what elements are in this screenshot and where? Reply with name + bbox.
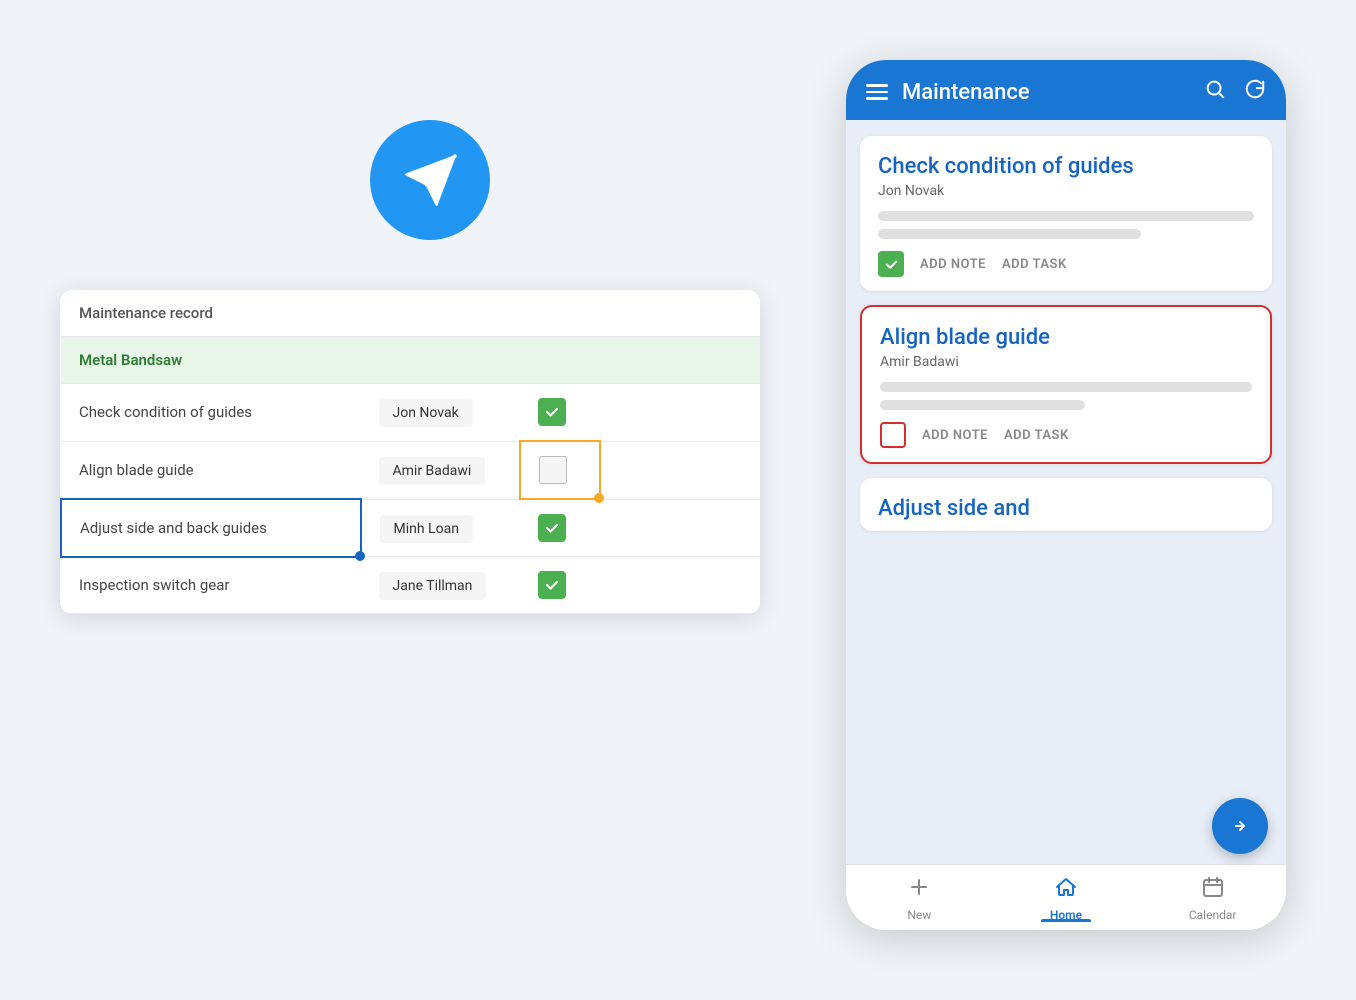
col-check-header <box>520 290 600 337</box>
table-row-selected[interactable]: Adjust side and back guides Minh Loan <box>61 499 760 557</box>
card-checkbox-checked-1[interactable] <box>878 251 904 277</box>
phone-header: Maintenance <box>846 60 1286 120</box>
assignee-cell: Amir Badawi <box>361 441 521 499</box>
card-actions-2: ADD NOTE ADD TASK <box>880 422 1252 448</box>
header-right <box>1204 78 1266 106</box>
assignee-name: Minh Loan <box>380 515 473 543</box>
nav-item-new[interactable]: New <box>879 875 959 922</box>
paper-plane-icon <box>370 120 490 240</box>
assignee-cell: Jane Tillman <box>361 557 521 614</box>
card-checkbox-unchecked-2[interactable] <box>880 422 906 448</box>
section-label: Metal Bandsaw <box>61 337 760 384</box>
nav-item-home[interactable]: Home <box>1026 875 1106 922</box>
phone-content: Check condition of guides Jon Novak ADD … <box>846 120 1286 864</box>
header-left: Maintenance <box>866 80 1030 105</box>
task-label: Check condition of guides <box>61 384 361 442</box>
assignee-name: Jon Novak <box>379 399 473 427</box>
extra-cell <box>600 441 760 499</box>
bottom-nav: New Home Calendar <box>846 864 1286 930</box>
card-assignee-2: Amir Badawi <box>880 354 1252 370</box>
calendar-icon <box>1201 875 1225 905</box>
assignee-name: Jane Tillman <box>379 572 487 600</box>
phone-title: Maintenance <box>902 80 1030 105</box>
table-row[interactable]: Align blade guide Amir Badawi <box>61 441 760 499</box>
task-label-selected: Adjust side and back guides <box>61 499 361 557</box>
table-row[interactable]: Inspection switch gear Jane Tillman <box>61 557 760 614</box>
add-task-button-2[interactable]: ADD TASK <box>1004 428 1069 443</box>
menu-icon[interactable] <box>866 84 888 100</box>
card-line-4 <box>880 400 1085 410</box>
nav-label-calendar: Calendar <box>1189 908 1237 922</box>
assignee-cell: Jon Novak <box>361 384 521 442</box>
spreadsheet-panel: Maintenance record Metal Bandsaw Check c… <box>60 290 760 614</box>
checkbox-checked[interactable] <box>538 571 566 599</box>
card-actions-1: ADD NOTE ADD TASK <box>878 251 1254 277</box>
task-card-1[interactable]: Check condition of guides Jon Novak ADD … <box>860 136 1272 291</box>
card-assignee-1: Jon Novak <box>878 183 1254 199</box>
partial-card: Adjust side and <box>860 478 1272 531</box>
checkbox-unchecked[interactable] <box>539 456 567 484</box>
search-icon[interactable] <box>1204 78 1226 106</box>
check-cell-yellow[interactable] <box>520 441 600 499</box>
table-row[interactable]: Check condition of guides Jon Novak <box>61 384 760 442</box>
nav-active-bar <box>1041 919 1091 922</box>
card-line-1 <box>878 211 1254 221</box>
extra-cell <box>600 557 760 614</box>
home-icon <box>1054 875 1078 905</box>
blue-handle <box>355 551 365 561</box>
add-note-button-1[interactable]: ADD NOTE <box>920 257 986 272</box>
card-title-1: Check condition of guides <box>878 154 1254 179</box>
add-task-button-1[interactable]: ADD TASK <box>1002 257 1067 272</box>
col-extra-header <box>600 290 760 337</box>
task-label: Align blade guide <box>61 441 361 499</box>
extra-cell <box>600 499 760 557</box>
card-line-3 <box>880 382 1252 392</box>
add-note-button-2[interactable]: ADD NOTE <box>922 428 988 443</box>
assignee-name: Amir Badawi <box>379 457 486 485</box>
checkbox-checked[interactable] <box>538 398 566 426</box>
card-title-2: Align blade guide <box>880 325 1252 350</box>
check-cell[interactable] <box>520 557 600 614</box>
assignee-cell: Minh Loan <box>361 499 521 557</box>
col-name-header <box>361 290 521 337</box>
check-cell[interactable] <box>520 499 600 557</box>
plus-icon <box>907 875 931 905</box>
nav-label-new: New <box>907 908 931 922</box>
extra-cell <box>600 384 760 442</box>
col-task-header: Maintenance record <box>61 290 361 337</box>
spreadsheet-header: Maintenance record <box>61 290 760 337</box>
task-label: Inspection switch gear <box>61 557 361 614</box>
fab-button[interactable] <box>1212 798 1268 854</box>
refresh-icon[interactable] <box>1244 78 1266 106</box>
card-line-2 <box>878 229 1141 239</box>
nav-item-calendar[interactable]: Calendar <box>1173 875 1253 922</box>
partial-card-title: Adjust side and <box>878 496 1254 521</box>
phone-frame: Maintenance Check condition of guides Jo… <box>846 60 1286 930</box>
checkbox-checked[interactable] <box>538 514 566 542</box>
task-card-2[interactable]: Align blade guide Amir Badawi ADD NOTE A… <box>860 305 1272 464</box>
check-cell[interactable] <box>520 384 600 442</box>
section-row-metal-bandsaw: Metal Bandsaw <box>61 337 760 384</box>
